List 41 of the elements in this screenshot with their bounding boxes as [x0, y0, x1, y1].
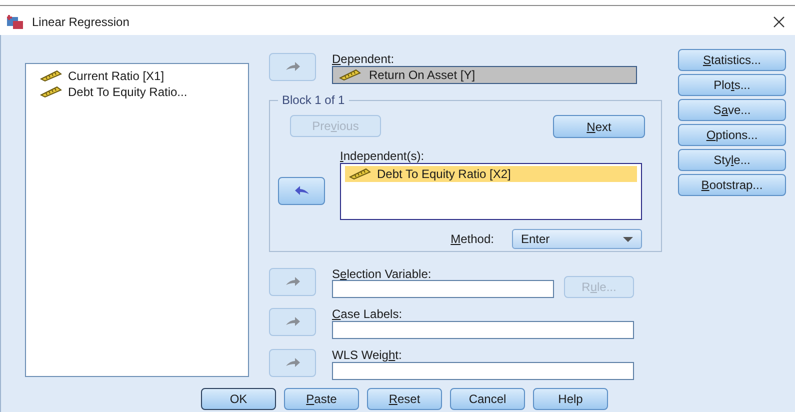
dialog-button[interactable]: Statistics...	[678, 49, 786, 71]
right-arrow-icon	[284, 316, 300, 328]
selection-variable-field[interactable]	[332, 280, 554, 298]
dialog-button[interactable]: Bootstrap...	[678, 174, 786, 196]
dialog-button[interactable]: Help	[533, 388, 608, 410]
ruler-icon	[40, 86, 62, 98]
app-icon	[6, 14, 24, 30]
dialog-button[interactable]: Save...	[678, 99, 786, 121]
dialog-button[interactable]: Reset	[367, 388, 442, 410]
next-button[interactable]: Next	[553, 115, 645, 138]
move-arrow-button[interactable]	[278, 177, 325, 205]
selection-variable-label: Selection Variable:	[332, 268, 432, 281]
variable-item[interactable]: Debt To Equity Ratio [X2]	[345, 166, 637, 182]
ruler-icon	[339, 69, 361, 81]
variable-item[interactable]: Current Ratio [X1]	[36, 68, 248, 84]
dialog-button[interactable]: Paste	[284, 388, 359, 410]
dialog-button[interactable]: Cancel	[450, 388, 525, 410]
ruler-icon	[349, 168, 371, 180]
variable-item[interactable]: Debt To Equity Ratio...	[36, 84, 248, 100]
case-labels-field[interactable]	[332, 321, 634, 339]
dependent-label: Dependent:	[332, 53, 396, 66]
window-title: Linear Regression	[32, 14, 130, 28]
wls-weight-field[interactable]	[332, 362, 634, 380]
block-title: Block 1 of 1	[278, 93, 349, 107]
right-arrow-icon	[284, 357, 300, 369]
close-icon[interactable]	[773, 16, 785, 28]
wls-weight-label: WLS Weight:	[332, 349, 403, 362]
method-label: Method:	[450, 232, 494, 246]
method-dropdown[interactable]: Enter	[512, 229, 642, 249]
dialog-button[interactable]: Options...	[678, 124, 786, 146]
left-arrow-icon	[294, 185, 310, 197]
ruler-icon	[40, 70, 62, 82]
dialog-button[interactable]: Plots...	[678, 74, 786, 96]
right-arrow-icon	[284, 276, 300, 288]
independents-label: Independent(s):	[340, 150, 426, 163]
case-labels-label: Case Labels:	[332, 308, 404, 321]
dialog-button[interactable]: OK	[201, 388, 276, 410]
right-arrow-icon	[284, 61, 300, 73]
dropdown-caret-icon	[623, 236, 633, 242]
dependent-field[interactable]: Return On Asset [Y]	[332, 66, 637, 84]
dialog-button[interactable]: Style...	[678, 149, 786, 171]
